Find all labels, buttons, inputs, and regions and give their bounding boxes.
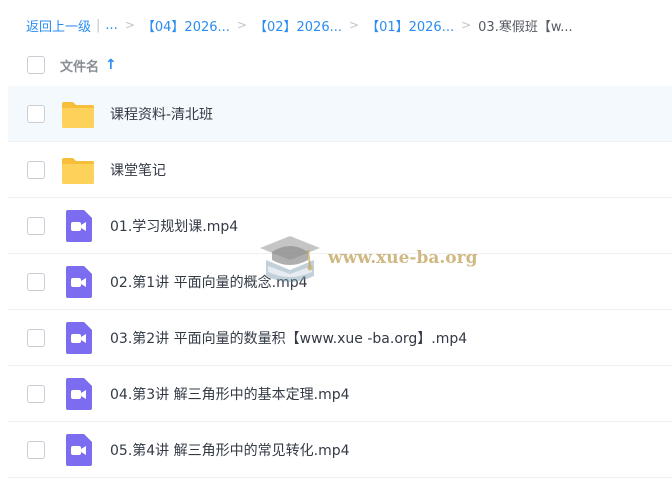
breadcrumb-item[interactable]: 【01】2026... xyxy=(366,16,454,35)
video-file-icon xyxy=(66,265,92,298)
file-row[interactable]: 02.第1讲 平面向量的概念.mp4 xyxy=(8,254,672,310)
breadcrumb-item[interactable]: 【04】2026... xyxy=(142,16,230,35)
breadcrumb-ellipsis[interactable]: ... xyxy=(105,18,117,33)
file-name[interactable]: 课堂笔记 xyxy=(110,160,166,180)
row-checkbox[interactable] xyxy=(27,440,45,459)
sort-ascending-icon: ↑ xyxy=(105,57,117,73)
file-name[interactable]: 01.学习规划课.mp4 xyxy=(110,216,238,236)
file-row[interactable]: 04.第3讲 解三角形中的基本定理.mp4 xyxy=(8,366,672,422)
breadcrumb-divider: | xyxy=(96,17,101,33)
chevron-right-icon: > xyxy=(461,18,472,32)
file-name[interactable]: 04.第3讲 解三角形中的基本定理.mp4 xyxy=(110,384,350,404)
file-row[interactable]: 03.第2讲 平面向量的数量积【www.xue -ba.org】.mp4 xyxy=(8,310,672,366)
folder-icon xyxy=(62,101,94,128)
chevron-right-icon: > xyxy=(124,18,135,32)
row-checkbox[interactable] xyxy=(27,272,45,291)
video-file-icon xyxy=(66,377,92,410)
file-name[interactable]: 05.第4讲 解三角形中的常见转化.mp4 xyxy=(110,440,350,460)
file-name[interactable]: 课程资料-清北班 xyxy=(110,104,213,124)
breadcrumb-current: 03.寒假班【w... xyxy=(478,19,573,35)
file-row[interactable]: 课堂笔记 xyxy=(8,142,672,198)
file-row[interactable]: 01.学习规划课.mp4 xyxy=(8,198,672,254)
file-name[interactable]: 02.第1讲 平面向量的概念.mp4 xyxy=(110,272,308,292)
folder-icon xyxy=(62,157,94,184)
file-name[interactable]: 03.第2讲 平面向量的数量积【www.xue -ba.org】.mp4 xyxy=(110,328,467,348)
row-checkbox[interactable] xyxy=(27,328,45,347)
breadcrumb: 返回上一级 | ... > 【04】2026... > 【02】2026... … xyxy=(26,12,666,38)
select-all-checkbox[interactable] xyxy=(27,56,45,74)
file-row[interactable]: 05.第4讲 解三角形中的常见转化.mp4 xyxy=(8,422,672,478)
chevron-right-icon: > xyxy=(236,18,247,32)
row-checkbox[interactable] xyxy=(27,216,45,235)
column-header-name: 文件名 xyxy=(60,59,100,75)
row-checkbox[interactable] xyxy=(27,104,45,123)
back-link[interactable]: 返回上一级 xyxy=(26,16,91,35)
file-browser: 返回上一级 | ... > 【04】2026... > 【02】2026... … xyxy=(0,0,672,490)
sort-by-name[interactable]: 文件名 ↑ xyxy=(60,56,117,75)
file-list: 课程资料-清北班 课堂笔记 01.学习规划课.mp4 02.第1讲 平面向量的概… xyxy=(8,86,672,478)
row-checkbox[interactable] xyxy=(27,384,45,403)
chevron-right-icon: > xyxy=(349,18,360,32)
list-header: 文件名 ↑ xyxy=(0,44,672,86)
row-checkbox[interactable] xyxy=(27,160,45,179)
file-row[interactable]: 课程资料-清北班 xyxy=(8,86,672,142)
video-file-icon xyxy=(66,433,92,466)
video-file-icon xyxy=(66,321,92,354)
breadcrumb-item[interactable]: 【02】2026... xyxy=(254,16,342,35)
video-file-icon xyxy=(66,209,92,242)
